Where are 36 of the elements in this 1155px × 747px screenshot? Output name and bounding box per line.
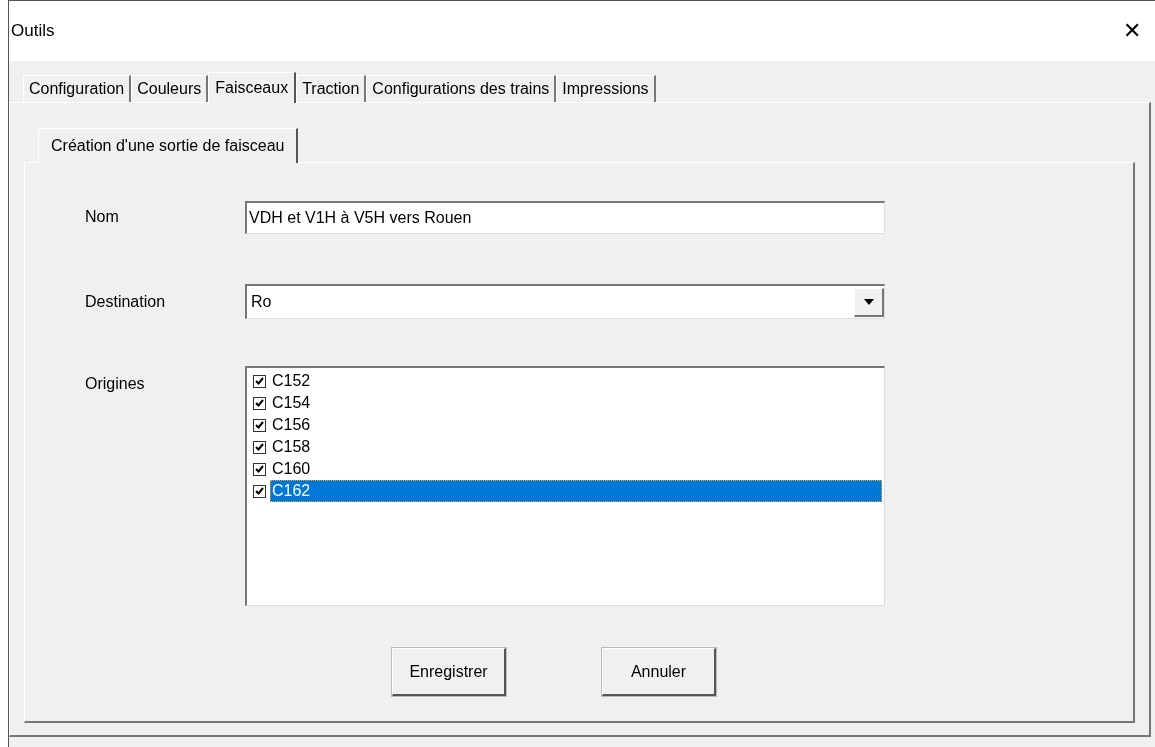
checkbox[interactable] [253,374,266,388]
list-item[interactable]: C156 [270,415,882,435]
field-label: Origines [85,374,146,394]
tab[interactable]: Configurations des trains [366,75,557,102]
tab[interactable]: Impressions [556,75,656,102]
list-item[interactable]: C158 [270,437,882,457]
checkmark-icon [255,377,264,385]
checkmark-icon [255,421,264,429]
list-item[interactable]: C154 [270,393,882,413]
dialog-button[interactable]: Enregistrer [392,648,506,696]
name-field[interactable]: VDH et V1H à V5H vers Rouen [245,201,885,234]
list-item[interactable]: C162 [270,480,882,502]
tab[interactable]: Création d'une sortie de faisceau [38,128,299,163]
destination-dropdown[interactable]: Ro [245,284,885,319]
dialog-button[interactable]: Annuler [602,648,716,696]
checkbox[interactable] [253,418,266,432]
checkmark-icon [255,465,264,473]
field-label: Destination [85,292,167,312]
checkbox[interactable] [253,462,266,476]
list-item[interactable]: C160 [270,459,882,479]
tab[interactable]: Faisceaux [208,72,297,103]
close-button[interactable]: ✕ [1123,20,1141,42]
tab[interactable]: Configuration [23,75,132,102]
list-item[interactable]: C152 [270,371,882,391]
checkbox[interactable] [253,396,266,410]
checkmark-icon [255,399,264,407]
caret-icon[interactable] [854,287,884,317]
tab[interactable]: Traction [296,75,367,102]
window-title: Outils [11,20,55,43]
checkmark-icon [255,487,264,495]
checkmark-icon [255,443,264,451]
tab[interactable]: Couleurs [131,75,209,102]
origins-list[interactable]: C152 C154 C156 C158 C160 C162 [245,366,885,606]
checkbox[interactable] [253,484,266,498]
field-label: Nom [85,207,120,227]
checkbox[interactable] [253,440,266,454]
